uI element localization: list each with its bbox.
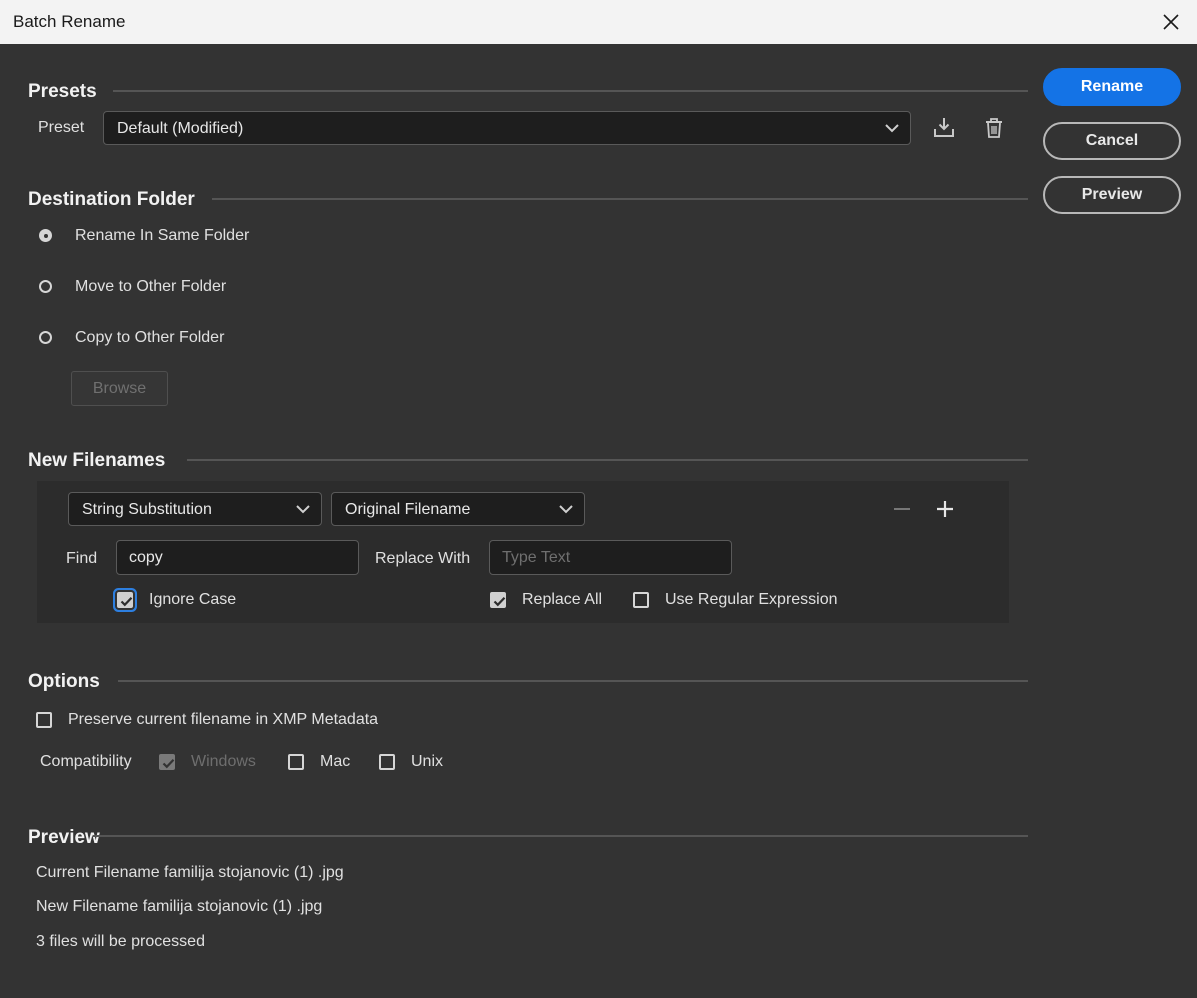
unix-label: Unix <box>411 753 444 770</box>
rule-source-dropdown[interactable]: Original Filename <box>331 492 585 526</box>
window-title: Batch Rename <box>13 12 126 31</box>
plus-icon <box>937 501 953 517</box>
options-heading: Options <box>28 671 100 692</box>
compatibility-label: Compatibility <box>40 753 132 770</box>
replace-with-label: Replace With <box>375 550 471 567</box>
radio-move-other-folder[interactable] <box>39 280 52 293</box>
chevron-down-icon <box>296 505 310 514</box>
batch-rename-dialog: Batch Rename Presets Preset Default (Mod… <box>0 0 1197 998</box>
checkmark-icon <box>120 597 133 607</box>
options-divider <box>118 680 1028 682</box>
radio-label-move-other-folder: Move to Other Folder <box>75 278 227 295</box>
minus-icon <box>894 508 910 510</box>
checkmark-icon <box>162 759 175 769</box>
new-filenames-heading: New Filenames <box>28 450 166 471</box>
files-count-text: 3 files will be processed <box>36 933 205 950</box>
browse-button: Browse <box>71 371 168 406</box>
replace-all-checkbox[interactable] <box>490 592 506 608</box>
preset-label: Preset <box>38 119 85 136</box>
ignore-case-label: Ignore Case <box>149 591 237 608</box>
title-bar: Batch Rename <box>0 0 1197 44</box>
new-filenames-divider <box>187 459 1028 461</box>
radio-label-rename-same-folder: Rename In Same Folder <box>75 227 250 244</box>
checkmark-icon <box>493 597 506 607</box>
delete-preset-button[interactable] <box>984 116 1004 140</box>
use-regex-label: Use Regular Expression <box>665 591 838 608</box>
rename-button[interactable]: Rename <box>1043 68 1181 106</box>
find-label: Find <box>66 550 98 567</box>
close-button[interactable] <box>1152 0 1197 44</box>
find-input[interactable] <box>116 540 359 575</box>
destination-heading: Destination Folder <box>28 189 195 210</box>
save-preset-icon <box>934 118 954 137</box>
current-filename-text: Current Filename familija stojanovic (1)… <box>36 864 344 881</box>
radio-copy-other-folder[interactable] <box>39 331 52 344</box>
preview-divider <box>93 835 1028 837</box>
add-rule-button[interactable] <box>935 499 955 519</box>
destination-divider <box>212 198 1028 200</box>
remove-rule-button[interactable] <box>892 499 912 519</box>
presets-divider <box>113 90 1028 92</box>
windows-label: Windows <box>191 753 256 770</box>
rule-source-value: Original Filename <box>345 501 471 518</box>
replace-all-label: Replace All <box>522 591 603 608</box>
preserve-filename-checkbox[interactable] <box>36 712 52 728</box>
ignore-case-checkbox[interactable] <box>117 592 133 608</box>
mac-label: Mac <box>320 753 351 770</box>
cancel-button[interactable]: Cancel <box>1043 122 1181 160</box>
preset-value: Default (Modified) <box>117 120 244 137</box>
mac-checkbox[interactable] <box>288 754 304 770</box>
replace-with-input[interactable] <box>489 540 732 575</box>
rule-type-value: String Substitution <box>82 501 212 518</box>
close-icon <box>1163 14 1179 30</box>
unix-checkbox[interactable] <box>379 754 395 770</box>
chevron-down-icon <box>885 124 899 133</box>
use-regex-checkbox[interactable] <box>633 592 649 608</box>
preview-heading: Preview <box>28 827 100 848</box>
trash-icon <box>986 118 1002 138</box>
presets-heading: Presets <box>28 81 97 102</box>
preset-dropdown[interactable]: Default (Modified) <box>103 111 911 145</box>
radio-label-copy-other-folder: Copy to Other Folder <box>75 329 225 346</box>
windows-checkbox <box>159 754 175 770</box>
chevron-down-icon <box>559 505 573 514</box>
rule-type-dropdown[interactable]: String Substitution <box>68 492 322 526</box>
preview-button[interactable]: Preview <box>1043 176 1181 214</box>
preserve-filename-label: Preserve current filename in XMP Metadat… <box>68 711 379 728</box>
save-preset-button[interactable] <box>932 116 956 140</box>
radio-rename-same-folder[interactable] <box>39 229 52 242</box>
new-filename-text: New Filename familija stojanovic (1) .jp… <box>36 898 323 915</box>
